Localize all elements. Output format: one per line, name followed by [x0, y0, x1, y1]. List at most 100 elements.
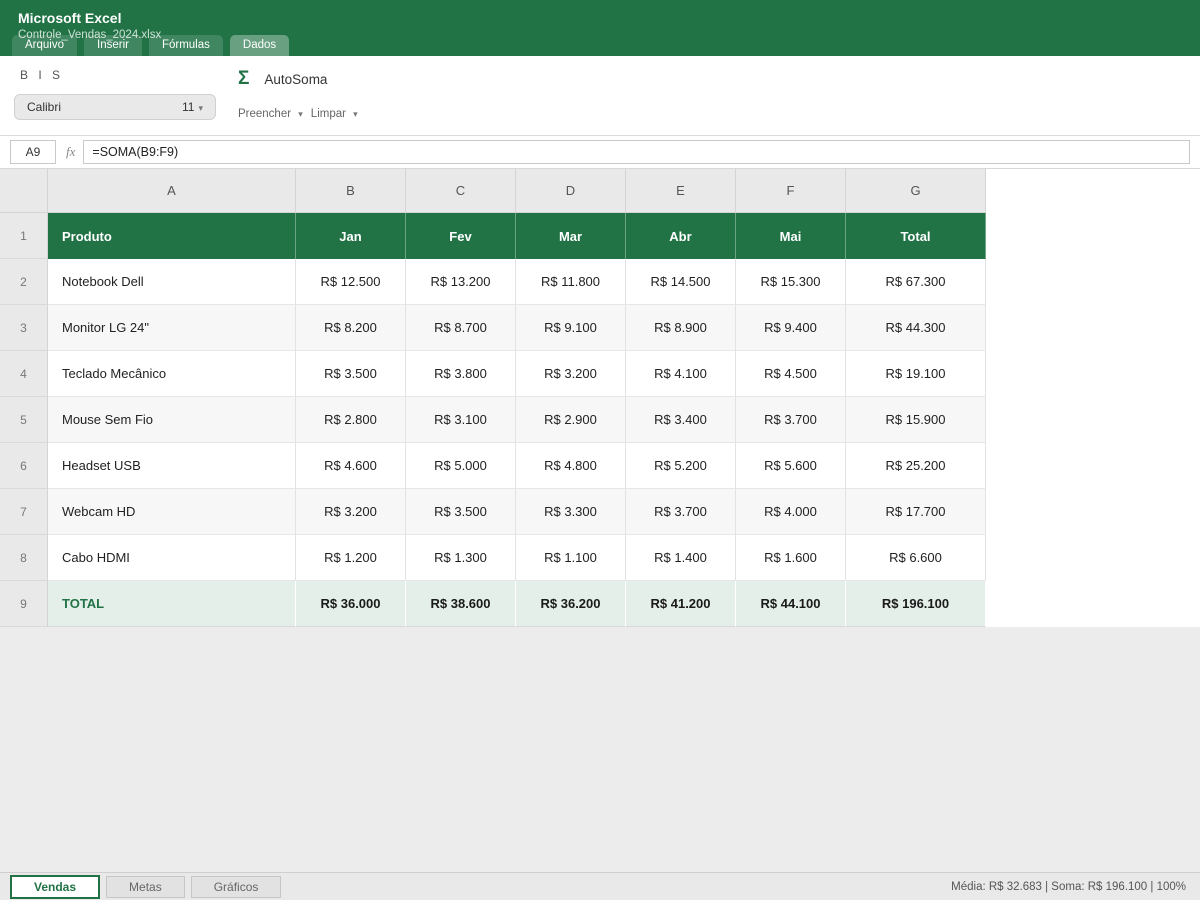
cell-f5[interactable]: R$ 3.700	[736, 397, 846, 443]
cell-f2[interactable]: R$ 15.300	[736, 259, 846, 305]
cell-a2[interactable]: Notebook Dell	[48, 259, 296, 305]
cell-d1[interactable]: Mar	[516, 213, 626, 259]
formula-input[interactable]	[83, 140, 1190, 164]
chevron-down-icon: ▾	[298, 109, 303, 119]
fill-dropdown[interactable]: Preencher ▾	[238, 108, 303, 120]
font-selector[interactable]: Calibri 11▾	[14, 94, 216, 120]
column-header-b[interactable]: B	[296, 169, 406, 213]
cell-a5[interactable]: Mouse Sem Fio	[48, 397, 296, 443]
cell-a4[interactable]: Teclado Mecânico	[48, 351, 296, 397]
cell-e4[interactable]: R$ 4.100	[626, 351, 736, 397]
cell-b8[interactable]: R$ 1.200	[296, 535, 406, 581]
cell-d6[interactable]: R$ 4.800	[516, 443, 626, 489]
font-size-dropdown[interactable]: 11▾	[182, 100, 203, 114]
cell-a8[interactable]: Cabo HDMI	[48, 535, 296, 581]
cell-c3[interactable]: R$ 8.700	[406, 305, 516, 351]
cell-b4[interactable]: R$ 3.500	[296, 351, 406, 397]
sheet-tab-metas[interactable]: Metas	[106, 876, 185, 898]
row-header-6[interactable]: 6	[0, 443, 48, 489]
cell-c7[interactable]: R$ 3.500	[406, 489, 516, 535]
autosum-button[interactable]: Σ AutoSoma	[238, 68, 327, 90]
cell-d5[interactable]: R$ 2.900	[516, 397, 626, 443]
cell-e8[interactable]: R$ 1.400	[626, 535, 736, 581]
cell-g8[interactable]: R$ 6.600	[846, 535, 986, 581]
ribbon-tab-dados[interactable]: Dados	[230, 35, 289, 56]
cell-a9[interactable]: TOTAL	[48, 581, 296, 627]
sheet-tab-graficos[interactable]: Gráficos	[191, 876, 282, 898]
column-header-c[interactable]: C	[406, 169, 516, 213]
cell-g1[interactable]: Total	[846, 213, 986, 259]
cell-g9[interactable]: R$ 196.100	[846, 581, 986, 627]
cell-c6[interactable]: R$ 5.000	[406, 443, 516, 489]
column-header-e[interactable]: E	[626, 169, 736, 213]
cell-e7[interactable]: R$ 3.700	[626, 489, 736, 535]
underline-button[interactable]: S	[52, 68, 60, 82]
italic-button[interactable]: I	[38, 68, 41, 82]
row-header-2[interactable]: 2	[0, 259, 48, 305]
cell-c9[interactable]: R$ 38.600	[406, 581, 516, 627]
cell-g7[interactable]: R$ 17.700	[846, 489, 986, 535]
cell-e6[interactable]: R$ 5.200	[626, 443, 736, 489]
cell-g3[interactable]: R$ 44.300	[846, 305, 986, 351]
cell-b7[interactable]: R$ 3.200	[296, 489, 406, 535]
cell-g6[interactable]: R$ 25.200	[846, 443, 986, 489]
cell-f1[interactable]: Mai	[736, 213, 846, 259]
row-header-4[interactable]: 4	[0, 351, 48, 397]
cell-c4[interactable]: R$ 3.800	[406, 351, 516, 397]
cell-b5[interactable]: R$ 2.800	[296, 397, 406, 443]
column-header-g[interactable]: G	[846, 169, 986, 213]
cell-a7[interactable]: Webcam HD	[48, 489, 296, 535]
cell-c8[interactable]: R$ 1.300	[406, 535, 516, 581]
row-header-5[interactable]: 5	[0, 397, 48, 443]
cell-e3[interactable]: R$ 8.900	[626, 305, 736, 351]
cell-g4[interactable]: R$ 19.100	[846, 351, 986, 397]
cell-f6[interactable]: R$ 5.600	[736, 443, 846, 489]
cell-d3[interactable]: R$ 9.100	[516, 305, 626, 351]
cell-b9[interactable]: R$ 36.000	[296, 581, 406, 627]
column-header-a[interactable]: A	[48, 169, 296, 213]
cell-f4[interactable]: R$ 4.500	[736, 351, 846, 397]
column-header-f[interactable]: F	[736, 169, 846, 213]
row-header-8[interactable]: 8	[0, 535, 48, 581]
cell-d7[interactable]: R$ 3.300	[516, 489, 626, 535]
row-header-3[interactable]: 3	[0, 305, 48, 351]
cell-a3[interactable]: Monitor LG 24"	[48, 305, 296, 351]
cell-b1[interactable]: Jan	[296, 213, 406, 259]
cell-f9[interactable]: R$ 44.100	[736, 581, 846, 627]
cell-d8[interactable]: R$ 1.100	[516, 535, 626, 581]
grid-body: 1ProdutoJanFevMarAbrMaiTotal 2Notebook De…	[0, 213, 1200, 627]
cell-d4[interactable]: R$ 3.200	[516, 351, 626, 397]
cell-b6[interactable]: R$ 4.600	[296, 443, 406, 489]
cell-g2[interactable]: R$ 67.300	[846, 259, 986, 305]
cell-e9[interactable]: R$ 41.200	[626, 581, 736, 627]
row-header-9[interactable]: 9	[0, 581, 48, 627]
select-all-corner[interactable]	[0, 169, 48, 213]
cell-e5[interactable]: R$ 3.400	[626, 397, 736, 443]
ribbon-tab-inserir[interactable]: Inserir	[84, 35, 142, 56]
cell-d2[interactable]: R$ 11.800	[516, 259, 626, 305]
fx-icon: fx	[66, 144, 75, 160]
cell-c5[interactable]: R$ 3.100	[406, 397, 516, 443]
cell-a1[interactable]: Produto	[48, 213, 296, 259]
row-header-7[interactable]: 7	[0, 489, 48, 535]
ribbon-tab-formulas[interactable]: Fórmulas	[149, 35, 223, 56]
row-header-1[interactable]: 1	[0, 213, 48, 259]
cell-d9[interactable]: R$ 36.200	[516, 581, 626, 627]
cell-b3[interactable]: R$ 8.200	[296, 305, 406, 351]
cell-f8[interactable]: R$ 1.600	[736, 535, 846, 581]
cell-c1[interactable]: Fev	[406, 213, 516, 259]
cell-reference-box[interactable]: A9	[10, 140, 56, 164]
clear-dropdown[interactable]: Limpar ▾	[311, 108, 358, 120]
bold-button[interactable]: B	[20, 68, 28, 82]
cell-e2[interactable]: R$ 14.500	[626, 259, 736, 305]
cell-e1[interactable]: Abr	[626, 213, 736, 259]
cell-c2[interactable]: R$ 13.200	[406, 259, 516, 305]
cell-g5[interactable]: R$ 15.900	[846, 397, 986, 443]
cell-f7[interactable]: R$ 4.000	[736, 489, 846, 535]
ribbon-tab-arquivo[interactable]: Arquivo	[12, 35, 77, 56]
sheet-tab-vendas[interactable]: Vendas	[10, 875, 100, 899]
cell-a6[interactable]: Headset USB	[48, 443, 296, 489]
column-header-d[interactable]: D	[516, 169, 626, 213]
cell-b2[interactable]: R$ 12.500	[296, 259, 406, 305]
cell-f3[interactable]: R$ 9.400	[736, 305, 846, 351]
